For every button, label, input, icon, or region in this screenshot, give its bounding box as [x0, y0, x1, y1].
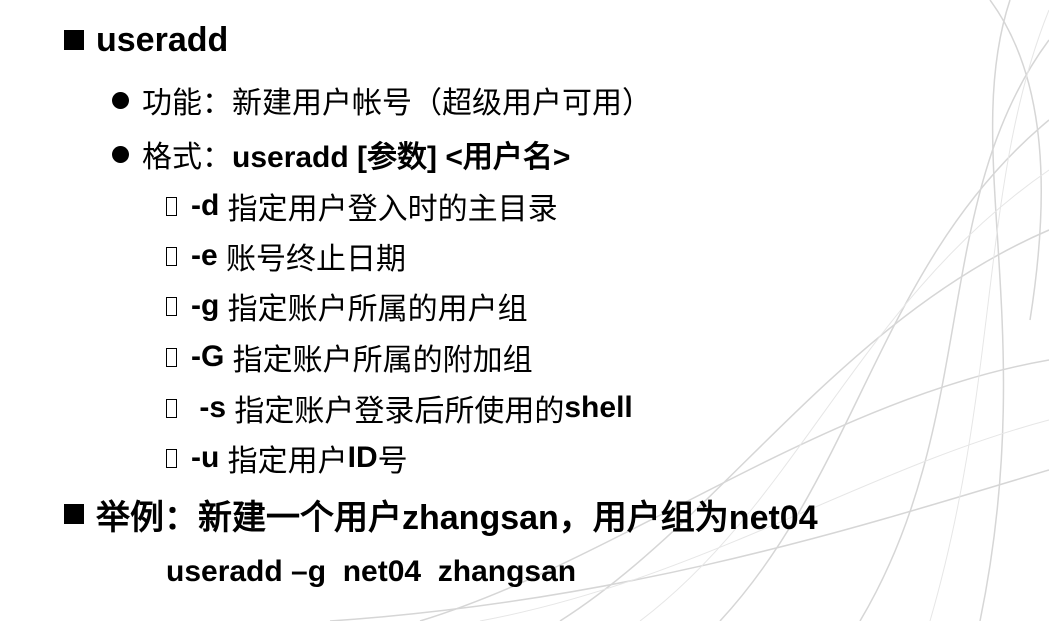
option-d: -d 指定用户登入时的主目录 — [166, 186, 558, 226]
option-flag: -s — [199, 391, 227, 424]
option-s: -s 指定账户登录后所使用的 shell — [166, 388, 633, 428]
slide: useradd 功能： 新建用户帐号（超级用户可用） 格式： useradd [… — [0, 0, 1049, 621]
option-flag: -G — [191, 340, 225, 373]
option-desc-bold: ID — [347, 441, 378, 474]
round-bullet-icon — [112, 145, 129, 163]
option-desc: 指定账户所属的附加组 — [232, 344, 533, 377]
missing-glyph-box-icon — [166, 196, 177, 216]
round-bullet-icon — [112, 91, 129, 109]
missing-glyph-box-icon — [166, 296, 177, 316]
heading-useradd-text: useradd — [96, 20, 229, 59]
option-desc: 指定用户 — [227, 445, 348, 478]
heading-useradd: useradd — [64, 18, 228, 62]
option-desc: 账号终止日期 — [226, 243, 407, 276]
square-bullet-icon — [64, 30, 84, 50]
option-desc: 指定账户所属的用户组 — [227, 293, 528, 326]
bullet-function-label: 功能： — [142, 87, 232, 120]
option-e: -e 账号终止日期 — [166, 236, 406, 276]
option-desc-bold: shell — [564, 391, 633, 424]
option-u: -u 指定用户 ID 号 — [166, 438, 408, 478]
option-flag: -d — [191, 189, 220, 222]
option-flag: -e — [191, 239, 218, 272]
bullet-format: 格式： useradd [参数] <用户名> — [112, 134, 570, 174]
option-desc-tail: 号 — [377, 445, 408, 478]
option-flag: -u — [191, 441, 220, 474]
bullet-format-label: 格式： — [142, 141, 232, 174]
missing-glyph-box-icon — [166, 398, 177, 418]
missing-glyph-box-icon — [166, 246, 177, 266]
square-bullet-icon — [64, 504, 84, 524]
option-flag: -g — [191, 289, 220, 322]
option-g: -g 指定账户所属的用户组 — [166, 286, 528, 326]
option-desc: 指定账户登录后所使用的 — [234, 395, 565, 428]
heading-example-text: 举例：新建一个用户zhangsan，用户组为net04 — [96, 498, 818, 537]
bullet-format-value: useradd [参数] <用户名> — [232, 141, 571, 174]
missing-glyph-box-icon — [166, 448, 177, 468]
option-G: -G 指定账户所属的附加组 — [166, 337, 533, 377]
bullet-function: 功能： 新建用户帐号（超级用户可用） — [112, 80, 652, 120]
option-desc: 指定用户登入时的主目录 — [227, 193, 558, 226]
missing-glyph-box-icon — [166, 347, 177, 367]
example-command: useradd –g net04 zhangsan — [166, 555, 577, 588]
bullet-function-value: 新建用户帐号（超级用户可用） — [232, 87, 652, 120]
heading-example: 举例：新建一个用户zhangsan，用户组为net04 — [64, 492, 818, 537]
